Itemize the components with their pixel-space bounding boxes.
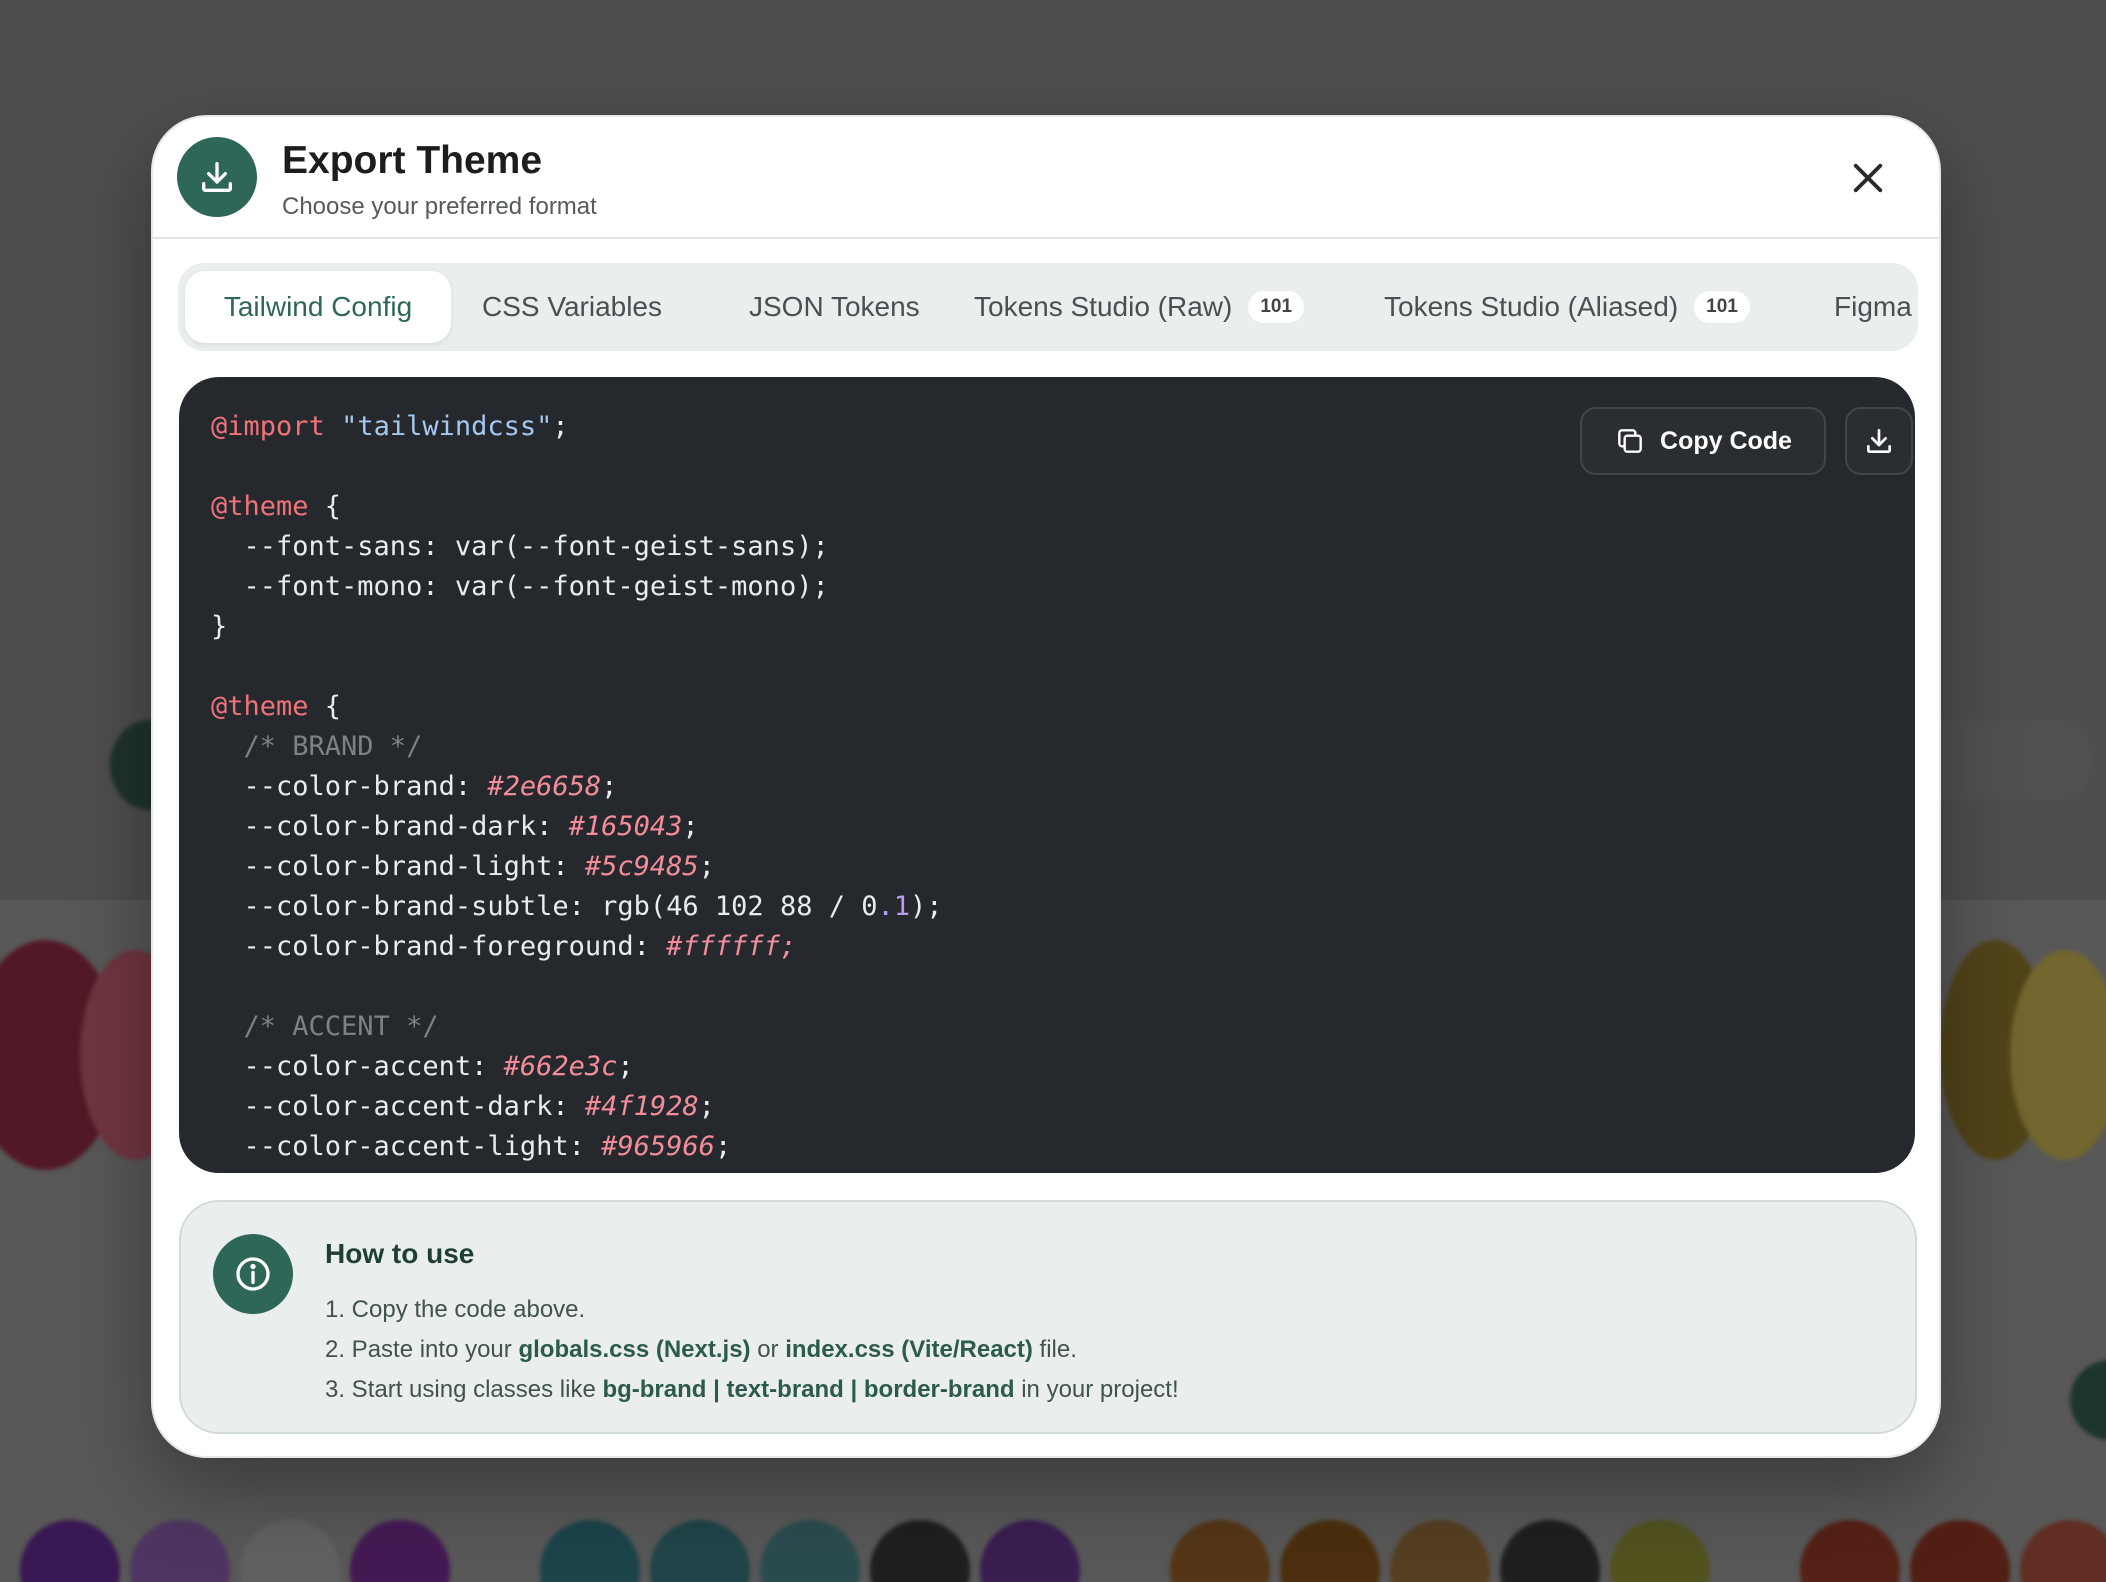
tab-tokens-studio-raw[interactable]: Tokens Studio (Raw) 101 — [974, 271, 1305, 343]
how-to-use-panel: How to use 1. Copy the code above. 2. Pa… — [179, 1200, 1917, 1434]
code-line: /* ACCENT */ — [211, 1011, 439, 1042]
step-item: 2. Paste into your globals.css (Next.js)… — [325, 1330, 1179, 1370]
step-text: in your project! — [1014, 1376, 1179, 1403]
close-button[interactable] — [1847, 157, 1889, 199]
code-line: --color-accent-light: #965966; — [211, 1131, 732, 1162]
tab-label: Tokens Studio (Aliased) — [1384, 291, 1679, 322]
dialog-title: Export Theme — [282, 139, 543, 182]
format-tabs: Tailwind Config CSS Variables JSON Token… — [178, 263, 1918, 351]
code-line: --font-mono: var(--font-geist-mono); — [211, 571, 829, 602]
tab-label: Tailwind Config — [223, 291, 413, 322]
tab-label: JSON Tokens — [749, 291, 920, 322]
code-line: @theme { — [211, 691, 342, 722]
copy-code-label: Copy Code — [1660, 426, 1792, 455]
step-text: or — [750, 1336, 786, 1363]
code-line: --color-brand-foreground: #ffffff; — [211, 931, 797, 962]
code-line: --color-brand-subtle: rgb(46 102 88 / 0.… — [211, 891, 943, 922]
copy-icon — [1618, 429, 1642, 453]
code-line: --color-accent-dark: #4f1928; — [211, 1091, 715, 1122]
tab-json-tokens[interactable]: JSON Tokens — [749, 271, 920, 343]
file-name: globals.css (Next.js) — [518, 1336, 751, 1363]
export-theme-dialog: Export Theme Choose your preferred forma… — [151, 115, 1941, 1458]
step-text: file. — [1032, 1336, 1077, 1363]
code-line: --color-brand: #2e6658; — [211, 771, 618, 802]
how-to-use-steps: 1. Copy the code above. 2. Paste into yo… — [325, 1290, 1179, 1410]
tab-label: CSS Variables — [482, 291, 663, 322]
download-icon — [1867, 429, 1891, 453]
tab-label: Tokens Studio (Raw) — [974, 291, 1233, 322]
download-file-button[interactable] — [1845, 407, 1913, 475]
tab-label: Figma — [1834, 291, 1912, 322]
code-block: @import "tailwindcss"; @theme { --font-s… — [211, 407, 943, 1167]
code-line: @import "tailwindcss"; — [211, 411, 569, 442]
class-names: bg-brand | text-brand | border-brand — [602, 1376, 1015, 1403]
download-icon — [177, 137, 257, 217]
code-line: } — [211, 611, 228, 642]
step-text: 1. Copy the code above. — [325, 1296, 586, 1323]
tab-css-variables[interactable]: CSS Variables — [482, 271, 662, 343]
step-item: 3. Start using classes like bg-brand | t… — [325, 1370, 1179, 1410]
code-line: @theme { — [211, 491, 342, 522]
code-preview[interactable]: @import "tailwindcss"; @theme { --font-s… — [179, 377, 1915, 1173]
code-line: /* BRAND */ — [211, 731, 423, 762]
tab-tailwind-config[interactable]: Tailwind Config — [185, 271, 451, 343]
info-icon — [213, 1234, 293, 1314]
code-line: --font-sans: var(--font-geist-sans); — [211, 531, 829, 562]
code-line: --color-brand-dark: #165043; — [211, 811, 699, 842]
tab-figma[interactable]: Figma — [1834, 271, 1912, 343]
token-count-badge: 101 — [1694, 291, 1750, 323]
step-text: 3. Start using classes like — [325, 1376, 603, 1403]
copy-code-button[interactable]: Copy Code — [1580, 407, 1826, 475]
file-name: index.css (Vite/React) — [785, 1336, 1033, 1363]
dialog-subtitle: Choose your preferred format — [282, 193, 597, 220]
step-text: 2. Paste into your — [325, 1336, 519, 1363]
token-count-badge: 101 — [1248, 291, 1305, 323]
code-line: --color-brand-light: #5c9485; — [211, 851, 715, 882]
step-item: 1. Copy the code above. — [325, 1290, 1179, 1330]
dialog-header: Export Theme Choose your preferred forma… — [153, 117, 1939, 239]
code-line: --color-accent: #662e3c; — [211, 1051, 634, 1082]
close-icon — [1853, 163, 1883, 193]
how-to-use-title: How to use — [325, 1238, 475, 1269]
tab-tokens-studio-aliased[interactable]: Tokens Studio (Aliased) 101 — [1384, 271, 1750, 343]
